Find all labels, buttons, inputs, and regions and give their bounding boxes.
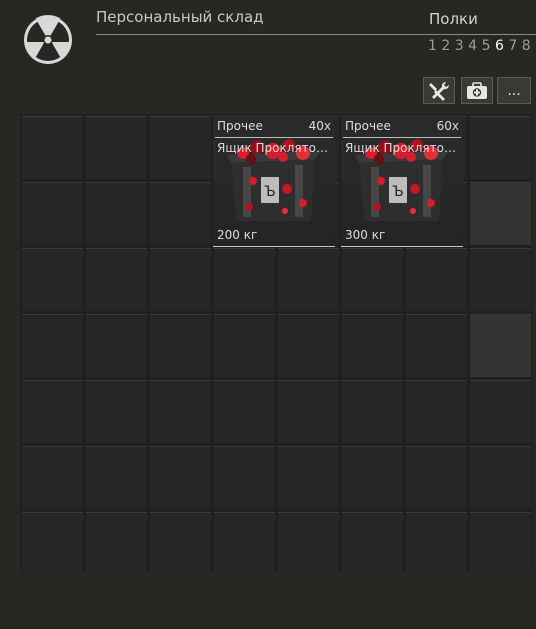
grid-cell[interactable]	[342, 380, 403, 443]
grid-cell[interactable]	[342, 446, 403, 509]
grid-cell[interactable]	[150, 248, 211, 311]
grid-cell[interactable]	[278, 314, 339, 377]
grid-cell[interactable]	[342, 314, 403, 377]
item-category: Прочее	[345, 119, 391, 133]
inventory-item[interactable]: Ъ Прочее 60x Ящик Проклятого... 300 кг	[341, 115, 463, 247]
shelf-tab-1[interactable]: 1	[428, 38, 441, 54]
radiation-logo-icon	[22, 14, 74, 66]
grid-cell[interactable]	[470, 512, 531, 575]
grid-cell[interactable]	[278, 380, 339, 443]
grid-cell[interactable]	[150, 182, 211, 245]
title-divider	[96, 34, 536, 35]
grid-cell[interactable]	[342, 512, 403, 575]
item-divider	[343, 137, 461, 138]
shelf-tab-4[interactable]: 4	[468, 38, 481, 54]
inventory-item[interactable]: Ъ Прочее 40x Ящик Проклятого... 200 кг	[213, 115, 335, 247]
grid-cell[interactable]	[86, 446, 147, 509]
grid-cell[interactable]	[470, 182, 531, 245]
shelf-tab-5[interactable]: 5	[482, 38, 495, 54]
grid-cell[interactable]	[22, 446, 83, 509]
svg-text:Ъ: Ъ	[392, 184, 404, 200]
grid-cell[interactable]	[214, 446, 275, 509]
shelf-tab-6[interactable]: 6	[495, 38, 508, 54]
grid-cell[interactable]	[406, 314, 467, 377]
grid-cell[interactable]	[214, 380, 275, 443]
grid-cell[interactable]	[214, 314, 275, 377]
medkit-button[interactable]	[461, 77, 493, 104]
grid-cell[interactable]	[150, 380, 211, 443]
item-name: Ящик Проклятого...	[345, 141, 461, 155]
grid-cell[interactable]	[406, 446, 467, 509]
grid-cell[interactable]	[470, 116, 531, 179]
grid-cell[interactable]	[214, 512, 275, 575]
grid-cell[interactable]	[150, 512, 211, 575]
more-button[interactable]: ...	[497, 77, 531, 104]
shelf-tab-8[interactable]: 8	[522, 38, 535, 54]
grid-cell[interactable]	[470, 380, 531, 443]
grid-cell[interactable]	[22, 248, 83, 311]
grid-cell[interactable]	[22, 512, 83, 575]
grid-cell[interactable]	[278, 446, 339, 509]
grid-cell[interactable]	[86, 248, 147, 311]
svg-text:Ъ: Ъ	[264, 184, 276, 200]
grid-cell[interactable]	[86, 380, 147, 443]
shelf-tab-7[interactable]: 7	[508, 38, 521, 54]
item-quantity: 60x	[436, 119, 459, 133]
grid-cell[interactable]	[86, 182, 147, 245]
grid-cell[interactable]	[86, 314, 147, 377]
grid-cell[interactable]	[86, 512, 147, 575]
page-title: Персональный склад	[96, 8, 264, 26]
grid-cell[interactable]	[150, 116, 211, 179]
wrench-screwdriver-icon	[429, 81, 450, 101]
item-name: Ящик Проклятого...	[217, 141, 333, 155]
shelf-tab-3[interactable]: 3	[455, 38, 468, 54]
medkit-icon	[467, 81, 487, 99]
grid-cell[interactable]	[406, 248, 467, 311]
grid-cell[interactable]	[470, 446, 531, 509]
grid-cell[interactable]	[22, 116, 83, 179]
grid-cell[interactable]	[22, 380, 83, 443]
shelves-label: Полки	[429, 10, 478, 28]
grid-cell[interactable]	[470, 248, 531, 311]
item-category: Прочее	[217, 119, 263, 133]
grid-cell[interactable]	[150, 314, 211, 377]
more-label: ...	[507, 82, 521, 99]
item-quantity: 40x	[308, 119, 331, 133]
grid-cell[interactable]	[470, 314, 531, 377]
grid-cell[interactable]	[86, 116, 147, 179]
grid-cell[interactable]	[406, 380, 467, 443]
item-weight: 200 кг	[217, 228, 258, 242]
grid-cell[interactable]	[278, 512, 339, 575]
shelf-tab-2[interactable]: 2	[441, 38, 454, 54]
grid-cell[interactable]	[22, 182, 83, 245]
grid-cell[interactable]	[150, 446, 211, 509]
grid-cell[interactable]	[214, 248, 275, 311]
shelf-tabs: 1 2 3 4 5 6 7 8	[428, 38, 535, 54]
grid-cell[interactable]	[278, 248, 339, 311]
item-weight: 300 кг	[345, 228, 386, 242]
grid-cell[interactable]	[342, 248, 403, 311]
repair-button[interactable]	[423, 77, 455, 104]
item-divider	[215, 137, 333, 138]
grid-cell[interactable]	[406, 512, 467, 575]
grid-cell[interactable]	[22, 314, 83, 377]
